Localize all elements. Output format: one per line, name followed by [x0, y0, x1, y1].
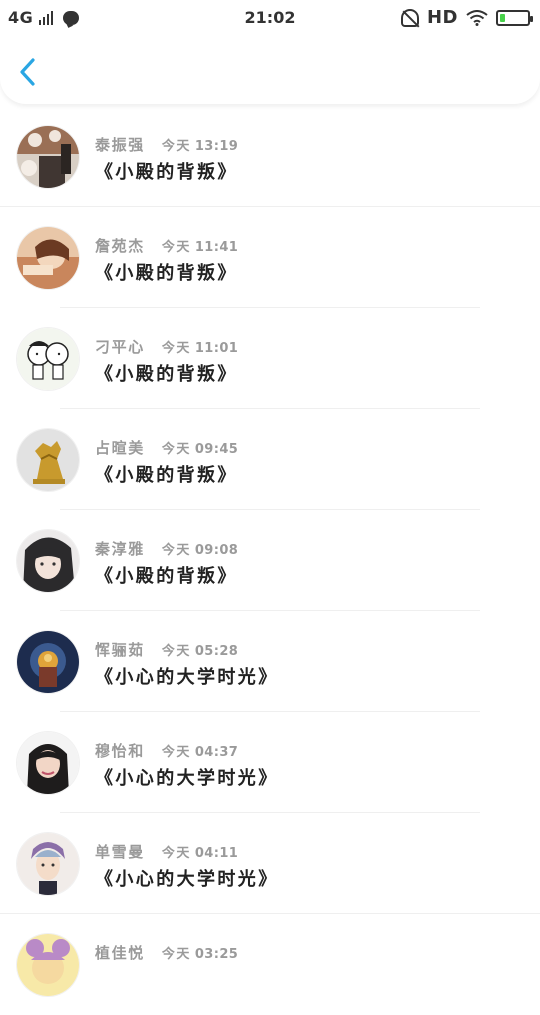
- item-meta: 詹苑杰 今天 11:41: [95, 235, 238, 256]
- user-name: 占暄美: [95, 439, 145, 457]
- item-meta: 占暄美 今天 09:45: [95, 437, 238, 458]
- status-bar: 4G 21:02 HD: [0, 0, 540, 36]
- list-item[interactable]: 秦淳雅 今天 09:08 《小殿的背叛》: [0, 510, 540, 611]
- list-item[interactable]: 穆怡和 今天 04:37 《小心的大学时光》: [0, 712, 540, 813]
- time-label: 05:28: [194, 644, 239, 659]
- time-label: 04:11: [194, 846, 239, 861]
- list-item[interactable]: 詹苑杰 今天 11:41 《小殿的背叛》: [0, 207, 540, 308]
- story-title: 《小心的大学时光》: [95, 869, 279, 890]
- story-title: 《小殿的背叛》: [95, 566, 238, 587]
- day-label: 今天: [161, 442, 191, 457]
- timestamp: 今天 04:37: [162, 741, 238, 760]
- user-name: 穆怡和: [95, 742, 145, 760]
- avatar: [17, 833, 79, 895]
- avatar: [17, 429, 79, 491]
- story-title: 《小殿的背叛》: [95, 465, 238, 486]
- avatar: [17, 126, 79, 188]
- wifi-icon: [466, 9, 488, 26]
- timestamp: 今天 13:19: [162, 135, 238, 154]
- user-name: 单雪曼: [95, 843, 145, 861]
- story-title: 《小殿的背叛》: [95, 364, 238, 385]
- list-item[interactable]: 单雪曼 今天 04:11 《小心的大学时光》: [0, 813, 540, 914]
- item-meta: 刁平心 今天 11:01: [95, 336, 238, 357]
- avatar: [17, 227, 79, 289]
- day-label: 今天: [161, 139, 191, 154]
- mute-icon: [400, 8, 419, 27]
- timestamp: 今天 11:41: [162, 236, 238, 255]
- avatar: [17, 934, 79, 996]
- time-label: 11:01: [194, 341, 239, 356]
- user-name: 秦淳雅: [95, 540, 145, 558]
- day-label: 今天: [161, 745, 191, 760]
- item-meta: 泰振强 今天 13:19: [95, 134, 238, 155]
- timestamp: 今天 09:45: [162, 438, 238, 457]
- user-name: 恽骊茹: [95, 641, 145, 659]
- avatar: [17, 631, 79, 693]
- story-title: 《小殿的背叛》: [95, 263, 238, 284]
- story-title: 《小殿的背叛》: [95, 162, 238, 183]
- list-item[interactable]: 占暄美 今天 09:45 《小殿的背叛》: [0, 409, 540, 510]
- item-meta: 恽骊茹 今天 05:28: [95, 639, 238, 660]
- day-label: 今天: [161, 240, 191, 255]
- battery-level: [500, 13, 505, 22]
- record-list: 泰振强 今天 13:19 《小殿的背叛》 詹苑杰 今天 11:41 《小殿的背叛》: [0, 106, 540, 1015]
- item-meta: 秦淳雅 今天 09:08: [95, 538, 238, 559]
- user-name: 泰振强: [95, 136, 145, 154]
- timestamp: 今天 09:08: [162, 539, 238, 558]
- time-label: 13:19: [194, 139, 239, 154]
- day-label: 今天: [161, 644, 191, 659]
- battery-icon: [496, 9, 533, 26]
- day-label: 今天: [161, 341, 191, 356]
- list-item[interactable]: 恽骊茹 今天 05:28 《小心的大学时光》: [0, 611, 540, 712]
- avatar: [17, 328, 79, 390]
- item-meta: 穆怡和 今天 04:37: [95, 740, 238, 761]
- avatar: [17, 530, 79, 592]
- list-item[interactable]: 植佳悦 今天 03:25: [0, 914, 540, 1015]
- story-title: 《小心的大学时光》: [95, 667, 279, 688]
- day-label: 今天: [161, 846, 191, 861]
- avatar: [17, 732, 79, 794]
- hd-indicator: HD: [426, 7, 458, 28]
- top-header: [0, 36, 540, 104]
- list-item[interactable]: 泰振强 今天 13:19 《小殿的背叛》: [0, 106, 540, 207]
- status-right: HD: [400, 7, 533, 28]
- back-button[interactable]: [10, 54, 46, 90]
- user-name: 詹苑杰: [95, 237, 145, 255]
- user-name: 刁平心: [95, 338, 145, 356]
- day-label: 今天: [161, 543, 191, 558]
- timestamp: 今天 04:11: [162, 842, 238, 861]
- time-label: 09:08: [194, 543, 239, 558]
- time-label: 04:37: [194, 745, 239, 760]
- timestamp: 今天 05:28: [162, 640, 238, 659]
- story-title: 《小心的大学时光》: [95, 768, 279, 789]
- time-label: 11:41: [194, 240, 239, 255]
- timestamp: 今天 11:01: [162, 337, 238, 356]
- time-label: 09:45: [194, 442, 239, 457]
- item-meta: 单雪曼 今天 04:11: [95, 841, 238, 862]
- list-item[interactable]: 刁平心 今天 11:01 《小殿的背叛》: [0, 308, 540, 409]
- timestamp: 今天 03:25: [162, 943, 238, 962]
- chevron-left-icon: [20, 58, 35, 86]
